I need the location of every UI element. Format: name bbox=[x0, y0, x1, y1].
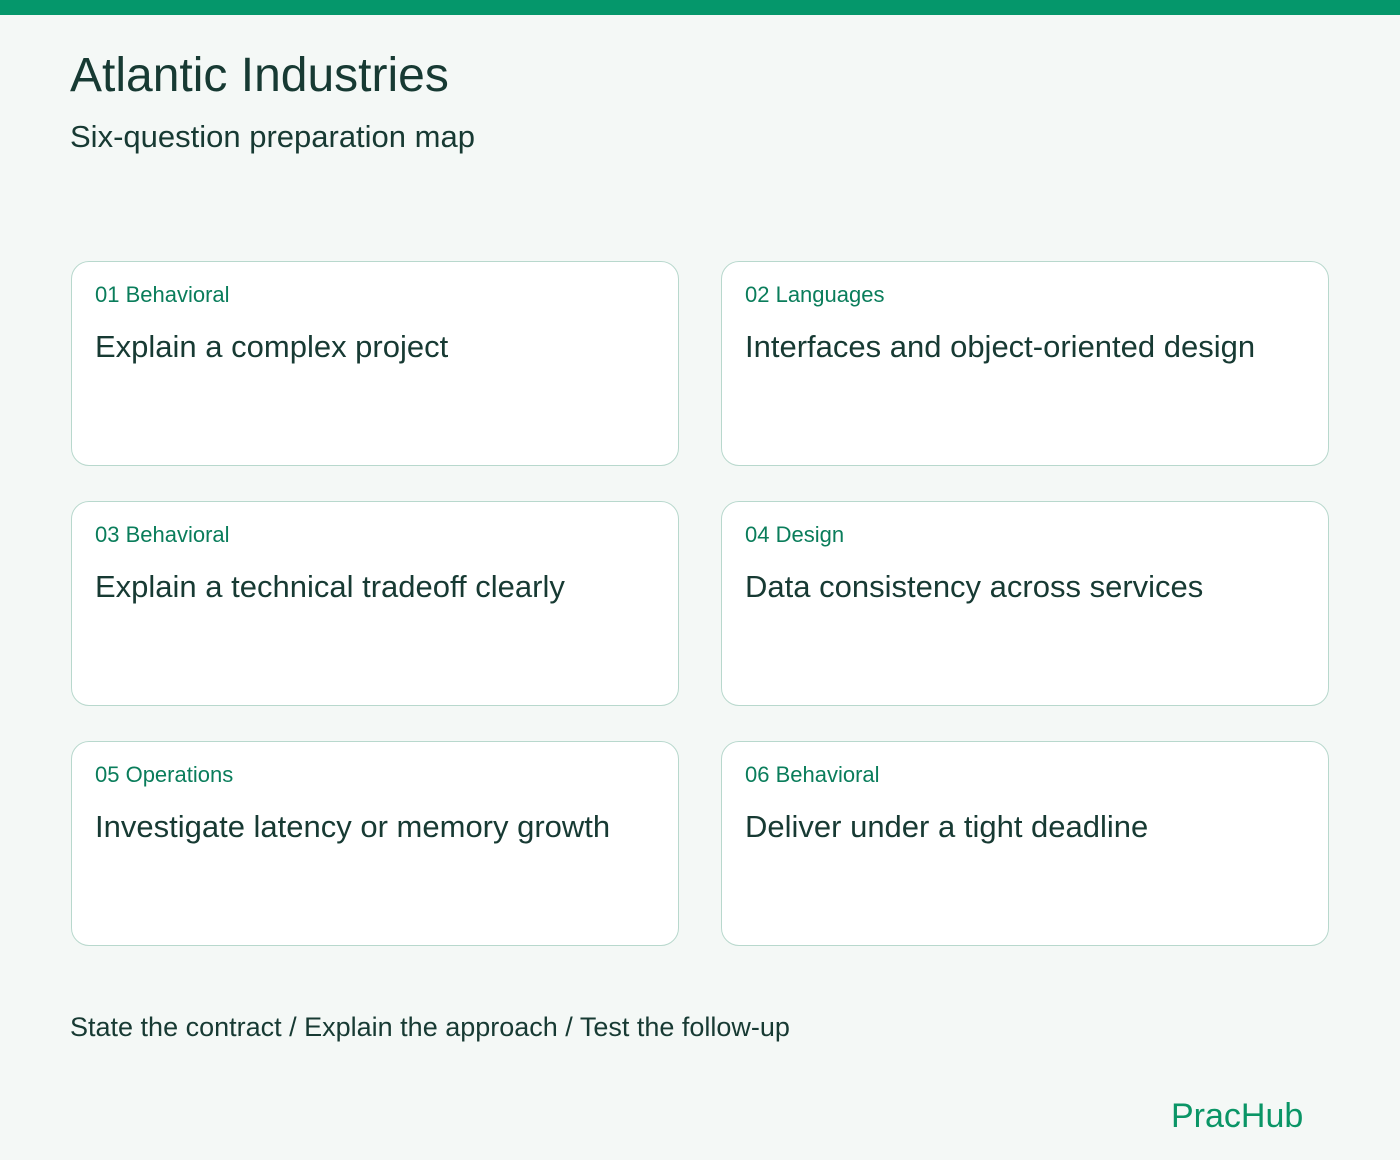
card-tag: 02 Languages bbox=[745, 282, 885, 307]
top-accent-bar bbox=[0, 0, 1400, 15]
question-card-04[interactable]: 04 Design Data consistency across servic… bbox=[721, 501, 1329, 706]
question-card-03[interactable]: 03 Behavioral Explain a technical tradeo… bbox=[71, 501, 679, 706]
card-title: Explain a complex project bbox=[95, 329, 449, 364]
page-title: Atlantic Industries bbox=[70, 49, 449, 102]
card-title: Interfaces and object-oriented design bbox=[745, 329, 1256, 364]
card-tag: 06 Behavioral bbox=[745, 762, 880, 787]
card-title: Explain a technical tradeoff clearly bbox=[95, 569, 565, 604]
card-tag: 04 Design bbox=[745, 522, 845, 547]
card-tag: 03 Behavioral bbox=[95, 522, 230, 547]
card-title: Deliver under a tight deadline bbox=[745, 809, 1149, 844]
question-card-02[interactable]: 02 Languages Interfaces and object-orien… bbox=[721, 261, 1329, 466]
question-card-05[interactable]: 05 Operations Investigate latency or mem… bbox=[71, 741, 679, 946]
card-title: Data consistency across services bbox=[745, 569, 1204, 604]
brand-logo-text[interactable]: PracHub bbox=[1171, 1096, 1303, 1136]
question-card-01[interactable]: 01 Behavioral Explain a complex project bbox=[71, 261, 679, 466]
card-tag: 01 Behavioral bbox=[95, 282, 230, 307]
footer-steps: State the contract / Explain the approac… bbox=[70, 1012, 790, 1042]
question-card-06[interactable]: 06 Behavioral Deliver under a tight dead… bbox=[721, 741, 1329, 946]
page-subtitle: Six-question preparation map bbox=[70, 119, 475, 154]
card-tag: 05 Operations bbox=[95, 762, 234, 787]
card-title: Investigate latency or memory growth bbox=[95, 809, 611, 844]
